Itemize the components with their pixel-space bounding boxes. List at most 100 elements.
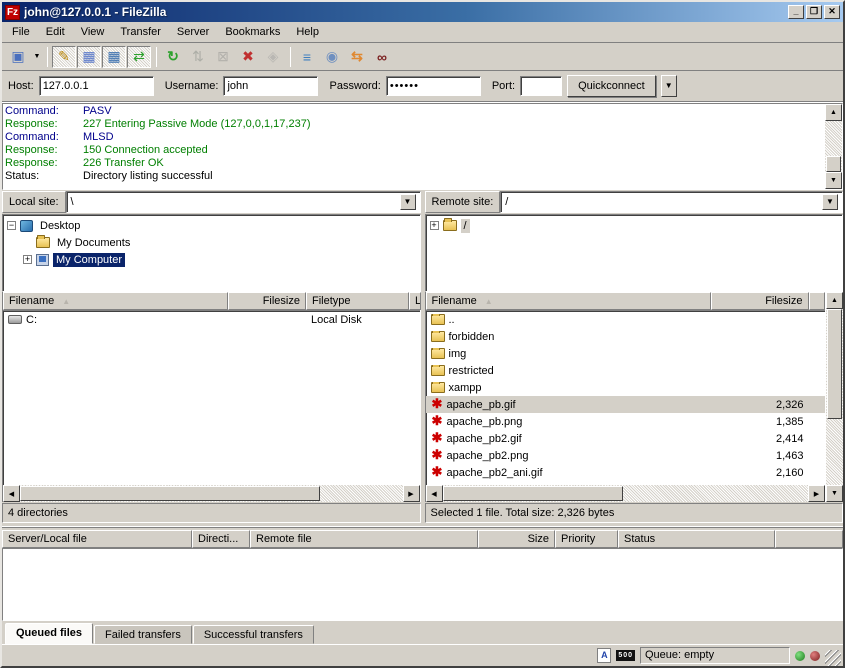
- data-type-indicator-icon[interactable]: A: [597, 648, 611, 663]
- minimize-button[interactable]: _: [788, 5, 804, 19]
- find-files-button[interactable]: ∞: [370, 46, 394, 68]
- scrollbar-thumb[interactable]: [443, 486, 623, 501]
- column-status[interactable]: Status: [618, 530, 775, 548]
- scroll-left-icon[interactable]: ◀: [426, 485, 443, 502]
- remote-row[interactable]: forbidden: [426, 328, 826, 345]
- host-input[interactable]: [39, 76, 154, 96]
- chevron-down-icon[interactable]: ▼: [400, 194, 416, 210]
- reconnect-button[interactable]: ◈: [261, 46, 285, 68]
- remote-row-selected[interactable]: ✱apache_pb.gif 2,326: [426, 396, 826, 413]
- resize-grip[interactable]: [825, 650, 841, 666]
- site-manager-button[interactable]: ▣: [6, 46, 30, 68]
- synchronized-browsing-icon: ⇆: [351, 48, 363, 65]
- menu-bookmarks[interactable]: Bookmarks: [217, 23, 288, 41]
- menu-transfer[interactable]: Transfer: [112, 23, 169, 41]
- column-filename[interactable]: Filename ▲: [426, 292, 711, 310]
- quickconnect-dropdown[interactable]: ▼: [661, 75, 677, 97]
- username-input[interactable]: [223, 76, 318, 96]
- synchronized-browsing-button[interactable]: ⇆: [345, 46, 369, 68]
- sort-asc-icon: ▲: [62, 297, 70, 306]
- menu-help[interactable]: Help: [288, 23, 327, 41]
- refresh-icon: ↻: [167, 48, 179, 65]
- scroll-left-icon[interactable]: ◀: [3, 485, 20, 502]
- column-remote-file[interactable]: Remote file: [250, 530, 478, 548]
- expand-icon[interactable]: +: [23, 255, 32, 264]
- tree-item-root[interactable]: + /: [428, 217, 841, 234]
- toggle-queue-button[interactable]: ⇄: [127, 46, 151, 68]
- site-panes: Local site: \ ▼ − Desktop My Documents: [2, 191, 843, 292]
- password-input[interactable]: [386, 76, 481, 96]
- chevron-down-icon[interactable]: ▼: [822, 194, 838, 210]
- tab-successful-transfers[interactable]: Successful transfers: [193, 625, 314, 644]
- column-filesize[interactable]: Filesize: [711, 292, 809, 310]
- column-direction[interactable]: Directi...: [192, 530, 250, 548]
- column-size[interactable]: Size: [478, 530, 555, 548]
- scroll-up-icon[interactable]: ▲: [826, 292, 843, 309]
- filter-button[interactable]: ≡: [295, 46, 319, 68]
- column-filename[interactable]: Filename ▲: [3, 292, 228, 310]
- port-input[interactable]: [520, 76, 562, 96]
- log-scrollbar[interactable]: ▲ ▼: [825, 104, 842, 189]
- scroll-right-icon[interactable]: ▶: [808, 485, 825, 502]
- expand-icon[interactable]: +: [430, 221, 439, 230]
- speed-limit-icon[interactable]: 500: [616, 650, 635, 661]
- local-row-c-drive[interactable]: C: Local Disk: [3, 311, 420, 328]
- folder-icon: [431, 314, 445, 325]
- remote-row[interactable]: ✱apache_pb2.png 1,463: [426, 447, 826, 464]
- toolbar-separator: [47, 47, 48, 67]
- column-filetype[interactable]: Filetype: [306, 292, 409, 310]
- menu-view[interactable]: View: [73, 23, 113, 41]
- local-site-combo[interactable]: \ ▼: [66, 191, 421, 213]
- tree-item-my-computer[interactable]: + My Computer: [5, 251, 418, 268]
- toggle-log-button[interactable]: ✎: [52, 46, 76, 68]
- remote-row[interactable]: img: [426, 345, 826, 362]
- remote-row[interactable]: ..: [426, 311, 826, 328]
- column-lastmodified[interactable]: L: [409, 292, 421, 310]
- remote-tree: + /: [425, 214, 844, 292]
- open-folder-icon: [443, 220, 457, 231]
- image-file-icon: ✱: [431, 432, 444, 445]
- tree-item-desktop[interactable]: − Desktop: [5, 217, 418, 234]
- scroll-right-icon[interactable]: ▶: [403, 485, 420, 502]
- scrollbar-thumb[interactable]: [827, 309, 842, 419]
- close-button[interactable]: ✕: [824, 5, 840, 19]
- tree-item-my-documents[interactable]: My Documents: [5, 234, 418, 251]
- quickconnect-button[interactable]: Quickconnect: [567, 75, 656, 97]
- maximize-button[interactable]: ❐: [806, 5, 822, 19]
- remote-hscrollbar[interactable]: ◀ ▶: [426, 485, 826, 502]
- scroll-down-icon[interactable]: ▼: [826, 485, 843, 502]
- local-hscrollbar[interactable]: ◀ ▶: [3, 485, 420, 502]
- remote-row[interactable]: ✱apache_pb2.gif 2,414: [426, 430, 826, 447]
- remote-vscrollbar[interactable]: ▲ ▼: [826, 292, 843, 502]
- titlebar[interactable]: Fz john@127.0.0.1 - FileZilla _ ❐ ✕: [2, 2, 843, 22]
- site-manager-dropdown[interactable]: ▼: [31, 46, 43, 68]
- scrollbar-thumb[interactable]: [20, 486, 320, 501]
- tab-failed-transfers[interactable]: Failed transfers: [94, 625, 192, 644]
- collapse-icon[interactable]: −: [7, 221, 16, 230]
- column-filesize[interactable]: Filesize: [228, 292, 306, 310]
- tab-queued-files[interactable]: Queued files: [5, 623, 93, 644]
- remote-row[interactable]: ✱apache_pb2_ani.gif 2,160: [426, 464, 826, 481]
- remote-row[interactable]: restricted: [426, 362, 826, 379]
- menu-edit[interactable]: Edit: [38, 23, 73, 41]
- toggle-local-tree-button[interactable]: ▦: [77, 46, 101, 68]
- remote-site-path: /: [505, 196, 822, 208]
- scroll-up-icon[interactable]: ▲: [825, 104, 842, 121]
- menu-server[interactable]: Server: [169, 23, 217, 41]
- remote-row[interactable]: ✱apache_pb.png 1,385: [426, 413, 826, 430]
- toggle-remote-tree-button[interactable]: ▦: [102, 46, 126, 68]
- cancel-button[interactable]: ⊠: [211, 46, 235, 68]
- directory-comparison-button[interactable]: ◉: [320, 46, 344, 68]
- remote-site-combo[interactable]: / ▼: [500, 191, 843, 213]
- scroll-down-icon[interactable]: ▼: [825, 172, 842, 189]
- process-queue-button[interactable]: ⇅: [186, 46, 210, 68]
- file-lists: Filename ▲ Filesize Filetype L: [2, 292, 843, 523]
- menu-file[interactable]: File: [4, 23, 38, 41]
- scrollbar-thumb[interactable]: [826, 156, 841, 172]
- remote-row[interactable]: xampp: [426, 379, 826, 396]
- column-priority[interactable]: Priority: [555, 530, 618, 548]
- refresh-button[interactable]: ↻: [161, 46, 185, 68]
- queue-body[interactable]: [2, 548, 843, 621]
- column-server-local-file[interactable]: Server/Local file: [2, 530, 192, 548]
- disconnect-button[interactable]: ✖: [236, 46, 260, 68]
